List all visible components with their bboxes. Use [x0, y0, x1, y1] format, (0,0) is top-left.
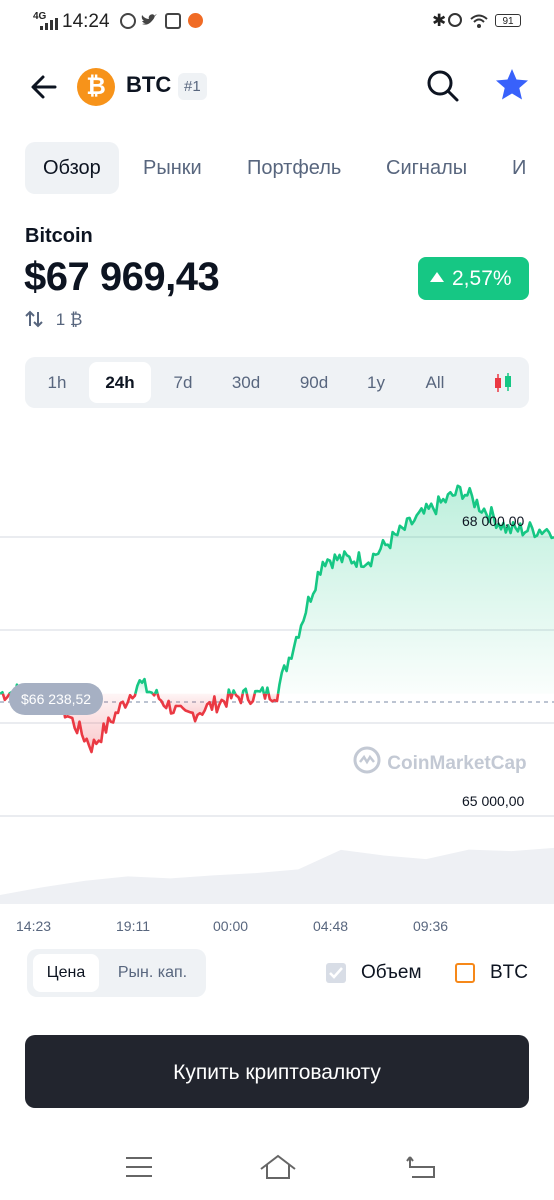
time-label: 09:36	[413, 918, 449, 934]
star-icon[interactable]	[494, 67, 530, 103]
chart-mode-toggle: Цена Рын. кап.	[27, 949, 206, 997]
back-arrow-icon[interactable]	[30, 73, 58, 101]
tab-portfolio[interactable]: Портфель	[247, 142, 341, 194]
time-range-selector: 1h 24h 7d 30d 90d 1y All	[25, 357, 529, 408]
whatsapp-icon	[120, 13, 136, 29]
status-bar: 4G 14:24 ✱ 91	[0, 0, 554, 44]
range-30d[interactable]: 30d	[221, 362, 271, 403]
price-chart[interactable]: $66 238,52 68 000,00 65 000,00 CoinMarke…	[0, 420, 554, 910]
swap-arrows-icon	[25, 310, 43, 328]
range-90d[interactable]: 90d	[289, 362, 339, 403]
bitcoin-logo-icon: ₿	[77, 68, 115, 106]
price-line-down	[262, 693, 268, 700]
volume-row: 1 ₿	[25, 310, 83, 330]
instagram-icon	[165, 13, 181, 29]
range-1h[interactable]: 1h	[35, 362, 79, 403]
range-7d[interactable]: 7d	[161, 362, 205, 403]
price-line-up	[153, 688, 159, 695]
battery-icon: 91	[495, 14, 521, 27]
range-24h[interactable]: 24h	[89, 362, 151, 403]
price-change-value: 2,57%	[452, 267, 512, 290]
volume-checkbox[interactable]	[326, 963, 346, 983]
y-tick-high: 68 000,00	[462, 513, 525, 529]
twitter-icon	[141, 14, 157, 25]
btc-checkbox[interactable]	[455, 963, 475, 983]
volume-value: 1 ₿	[55, 310, 83, 329]
time-label: 14:23	[16, 918, 52, 934]
tab-signals[interactable]: Сигналы	[386, 142, 467, 194]
price-change-badge: 2,57%	[418, 257, 529, 300]
time-label: 04:48	[313, 918, 349, 934]
price-line-down	[228, 693, 234, 700]
rank-badge: #1	[178, 73, 207, 100]
time-label: 00:00	[213, 918, 249, 934]
tab-markets[interactable]: Рынки	[143, 142, 202, 194]
coin-name: Bitcoin	[25, 225, 93, 247]
coin-symbol: BTC	[126, 72, 172, 97]
btc-checkbox-label: BTC	[490, 962, 528, 983]
volume-checkbox-label: Объем	[361, 962, 422, 983]
coinmarketcap-watermark: CoinMarketCap	[352, 745, 527, 775]
price-line-up	[0, 691, 5, 695]
bluetooth-icon: ✱	[432, 11, 447, 30]
alarm-icon	[448, 13, 462, 27]
back-nav-icon[interactable]	[406, 1153, 438, 1181]
buy-crypto-button[interactable]: Купить криптовалюту	[25, 1035, 529, 1108]
mode-market-cap[interactable]: Рын. кап.	[105, 954, 200, 992]
price-line-down	[151, 692, 157, 697]
tab-more[interactable]: И	[512, 142, 554, 194]
signal-icon	[40, 18, 58, 30]
price-line-up	[226, 688, 232, 695]
checkmark-icon	[329, 967, 343, 979]
tab-overview[interactable]: Обзор	[25, 142, 119, 194]
price-line-up	[264, 686, 270, 694]
y-tick-low: 65 000,00	[462, 793, 525, 809]
search-icon[interactable]	[425, 68, 461, 104]
range-1y[interactable]: 1y	[355, 362, 397, 403]
range-all[interactable]: All	[413, 362, 457, 403]
menu-icon[interactable]	[124, 1155, 154, 1179]
status-time: 14:24	[62, 11, 110, 32]
open-price-label: $66 238,52	[9, 683, 104, 715]
price-line-up	[231, 689, 237, 695]
candlestick-icon[interactable]	[492, 372, 514, 394]
mode-price[interactable]: Цена	[33, 954, 99, 992]
coinmarketcap-logo-icon	[353, 746, 381, 774]
coin-price: $67 969,43	[24, 255, 220, 299]
app-notification-icon	[188, 13, 203, 28]
time-label: 19:11	[116, 918, 150, 934]
wifi-icon	[470, 14, 488, 28]
caret-up-icon	[430, 272, 444, 282]
chart-svg	[0, 484, 554, 904]
volume-area	[0, 847, 554, 904]
home-icon[interactable]	[259, 1153, 297, 1181]
